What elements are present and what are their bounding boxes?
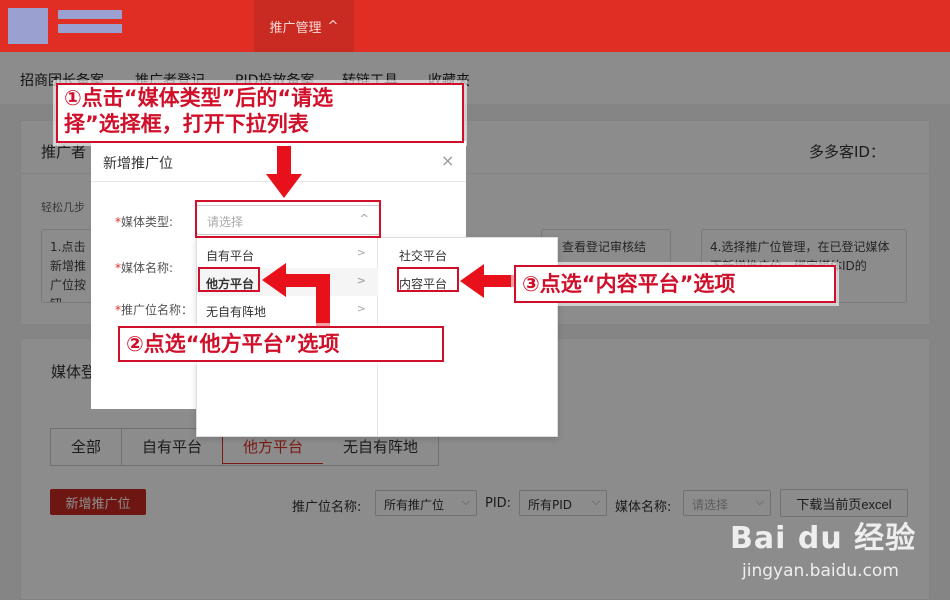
media-name-label: *媒体名称: <box>115 261 174 275</box>
highlight-content-platform-option <box>397 267 459 292</box>
arrow-left-icon <box>460 264 516 298</box>
modal-title: 新增推广位 <box>103 156 173 172</box>
watermark-url: jingyan.baidu.com <box>742 561 899 581</box>
highlight-media-type-select <box>195 200 381 238</box>
highlight-third-party-option <box>198 267 260 292</box>
chevron-right-icon: > <box>356 246 366 259</box>
annotation-step2: ②点选“他方平台”选项 <box>118 326 444 362</box>
arrow-down-icon <box>266 146 302 198</box>
nav-promotion-label: 推广管理 <box>269 20 322 36</box>
media-type-label: *媒体类型: <box>115 215 174 229</box>
chevron-right-icon: > <box>356 302 366 315</box>
chevron-up-icon: ^ <box>327 18 339 34</box>
annotation-step1-line1: ①点击“媒体类型”后的“请选 <box>64 86 334 110</box>
close-icon[interactable]: × <box>441 151 454 170</box>
cascader-option-social-platform[interactable]: 社交平台 <box>399 247 447 264</box>
logo-text-placeholder <box>58 10 122 42</box>
annotation-step1-line2: 择”选择框，打开下拉列表 <box>64 112 309 136</box>
annotation-step1: ①点击“媒体类型”后的“请选 择”选择框，打开下拉列表 <box>56 83 464 143</box>
baidu-jingyan-watermark: Bai du 经验 jingyan.baidu.com <box>730 505 940 595</box>
nav-promotion-management[interactable]: 推广管理 ^ <box>254 0 354 52</box>
arrow-left-icon <box>262 263 330 327</box>
watermark-logo-text: Bai du 经验 <box>730 521 917 556</box>
top-header: 推广管理 ^ <box>0 0 950 52</box>
logo-block <box>8 8 48 44</box>
annotation-step3: ③点选“内容平台”选项 <box>514 265 836 303</box>
slot-name-label: *推广位名称： <box>115 303 194 317</box>
chevron-right-icon: > <box>356 274 366 287</box>
